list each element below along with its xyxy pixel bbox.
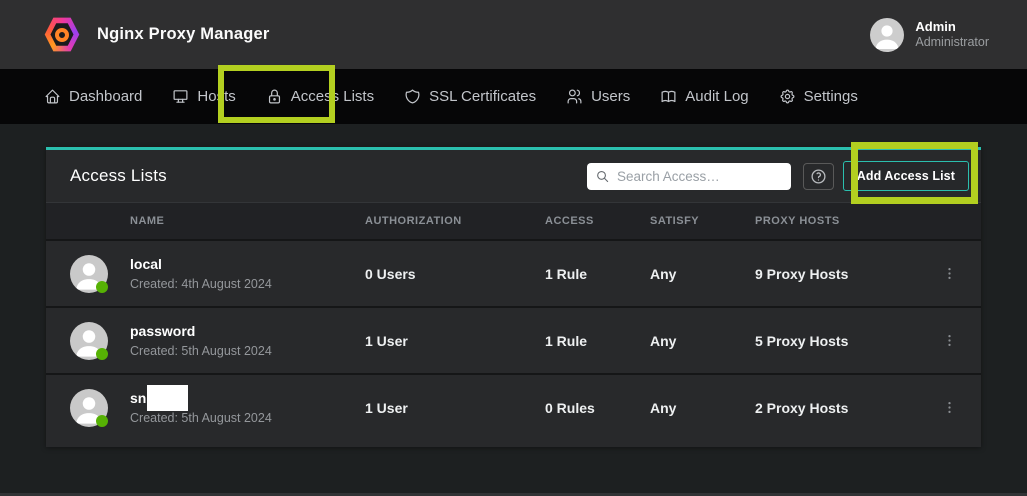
row-actions-menu-button[interactable] xyxy=(936,261,962,287)
user-menu[interactable]: Admin Administrator xyxy=(870,18,989,52)
satisfy-value: Any xyxy=(650,266,755,282)
satisfy-value: Any xyxy=(650,400,755,416)
table-header-row: NAME AUTHORIZATION ACCESS SATISFY PROXY … xyxy=(46,202,981,239)
avatar xyxy=(70,255,108,293)
row-actions-menu-button[interactable] xyxy=(936,395,962,421)
kebab-menu-icon xyxy=(942,333,957,348)
nav-label: Users xyxy=(591,88,630,105)
kebab-menu-icon xyxy=(942,266,957,281)
proxy-hosts-value: 2 Proxy Hosts xyxy=(755,400,926,416)
card-header: Access Lists Add Access List xyxy=(46,150,981,202)
nav-item-hosts[interactable]: Hosts xyxy=(172,88,235,105)
column-header-name: NAME xyxy=(130,215,365,227)
authorization-value: 0 Users xyxy=(365,266,545,282)
row-actions-menu-button[interactable] xyxy=(936,328,962,354)
nav-label: SSL Certificates xyxy=(429,88,536,105)
authorization-value: 1 User xyxy=(365,333,545,349)
book-icon xyxy=(660,88,677,105)
main-nav: Dashboard Hosts Access Lists SSL Certifi… xyxy=(0,69,1027,124)
created-date: Created: 5th August 2024 xyxy=(130,343,365,360)
page-title: Access Lists xyxy=(70,166,167,186)
app-window: Nginx Proxy Manager Admin Administrator … xyxy=(0,0,1027,496)
nav-item-settings[interactable]: Settings xyxy=(779,88,858,105)
nav-label: Dashboard xyxy=(69,88,142,105)
created-date: Created: 4th August 2024 xyxy=(130,276,365,293)
created-date: Created: 5th August 2024 xyxy=(130,410,365,427)
column-header-access: ACCESS xyxy=(545,215,650,227)
search-input[interactable] xyxy=(617,169,783,184)
search-box xyxy=(587,163,791,190)
nav-item-dashboard[interactable]: Dashboard xyxy=(44,88,142,105)
column-header-satisfy: SATISFY xyxy=(650,215,755,227)
help-icon xyxy=(810,168,827,185)
access-value: 0 Rules xyxy=(545,400,650,416)
status-dot xyxy=(96,281,108,293)
nav-item-access-lists[interactable]: Access Lists xyxy=(266,88,374,105)
table-row: sn Created: 5th August 2024 1 User 0 Rul… xyxy=(46,373,981,440)
nav-item-ssl-certificates[interactable]: SSL Certificates xyxy=(404,88,536,105)
access-lists-card: Access Lists Add Access List NAME AUTHOR… xyxy=(46,147,981,447)
access-value: 1 Rule xyxy=(545,333,650,349)
nav-item-audit-log[interactable]: Audit Log xyxy=(660,88,748,105)
shield-icon xyxy=(404,88,421,105)
topbar: Nginx Proxy Manager Admin Administrator xyxy=(0,0,1027,69)
column-header-authorization: AUTHORIZATION xyxy=(365,215,545,227)
help-button[interactable] xyxy=(803,163,834,190)
gear-icon xyxy=(779,88,796,105)
user-avatar[interactable] xyxy=(870,18,904,52)
nav-item-users[interactable]: Users xyxy=(566,88,630,105)
users-icon xyxy=(566,88,583,105)
access-list-name[interactable]: local xyxy=(130,255,365,273)
nav-label: Settings xyxy=(804,88,858,105)
table-row: password Created: 5th August 2024 1 User… xyxy=(46,306,981,373)
nav-label: Audit Log xyxy=(685,88,748,105)
table-row: local Created: 4th August 2024 0 Users 1… xyxy=(46,239,981,306)
status-dot xyxy=(96,348,108,360)
user-role: Administrator xyxy=(915,35,989,50)
redaction-box xyxy=(147,385,188,411)
add-access-list-button[interactable]: Add Access List xyxy=(843,161,969,191)
access-list-name[interactable]: sn xyxy=(130,389,365,407)
avatar xyxy=(70,389,108,427)
nav-label: Access Lists xyxy=(291,88,374,105)
home-icon xyxy=(44,88,61,105)
user-name: Admin xyxy=(915,19,989,35)
search-icon xyxy=(596,169,609,184)
satisfy-value: Any xyxy=(650,333,755,349)
person-icon xyxy=(870,18,904,52)
monitor-icon xyxy=(172,88,189,105)
proxy-hosts-value: 9 Proxy Hosts xyxy=(755,266,926,282)
nginx-proxy-manager-logo-icon xyxy=(44,17,80,53)
lock-icon xyxy=(266,88,283,105)
status-dot xyxy=(96,415,108,427)
access-value: 1 Rule xyxy=(545,266,650,282)
column-header-proxy-hosts: PROXY HOSTS xyxy=(755,215,926,227)
app-title: Nginx Proxy Manager xyxy=(97,25,270,44)
kebab-menu-icon xyxy=(942,400,957,415)
avatar xyxy=(70,322,108,360)
access-list-name[interactable]: password xyxy=(130,322,365,340)
proxy-hosts-value: 5 Proxy Hosts xyxy=(755,333,926,349)
nav-label: Hosts xyxy=(197,88,235,105)
authorization-value: 1 User xyxy=(365,400,545,416)
